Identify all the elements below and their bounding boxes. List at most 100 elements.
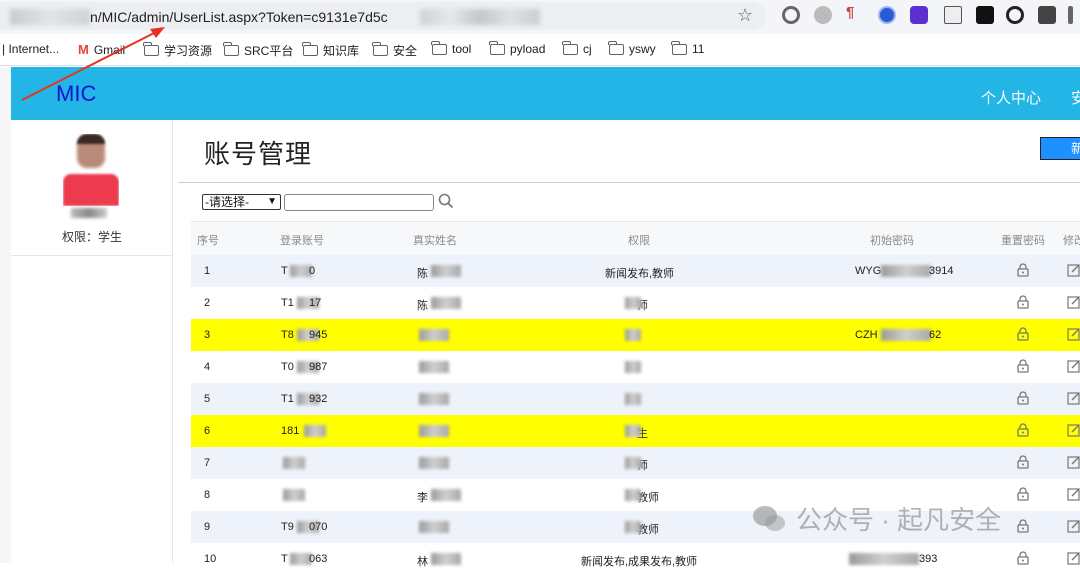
col-name: 真实姓名 <box>413 235 457 247</box>
bookmark-folder-11[interactable]: 11 <box>671 40 704 56</box>
avatar <box>63 134 119 206</box>
bookmark-label: yswy <box>629 42 656 56</box>
bookmark-folder-pyload[interactable]: pyload <box>489 40 545 56</box>
cell-permission: 新闻发布,成果发布,教师 <box>581 556 698 568</box>
permission-select[interactable]: -请选择- ▼ <box>202 194 281 210</box>
cell-no: 10 <box>204 553 217 565</box>
edit-icon[interactable] <box>1067 263 1080 277</box>
cell-account: T <box>281 265 288 277</box>
name-redaction <box>431 265 461 277</box>
col-no: 序号 <box>197 235 219 247</box>
table-header: 序号 登录账号 真实姓名 权限 初始密码 重置密码 修改 <box>191 221 1080 255</box>
lock-reset-icon[interactable] <box>1017 519 1029 533</box>
bookmark-folder-kb[interactable]: 知识库 <box>302 42 359 59</box>
avatar-hair <box>77 134 105 144</box>
nav-personal-center[interactable]: 个人中心 <box>981 87 1041 108</box>
lock-reset-icon[interactable] <box>1017 327 1029 341</box>
cell-account: T9 <box>281 521 294 533</box>
extension-pilcrow-icon[interactable]: ¶ <box>846 4 864 22</box>
extension-count-icon[interactable] <box>944 6 962 24</box>
bookmark-folder-security[interactable]: 安全 <box>372 42 418 59</box>
extension-target-icon[interactable] <box>1006 6 1024 24</box>
name-redaction <box>431 297 461 309</box>
lock-reset-icon[interactable] <box>1017 455 1029 469</box>
extension-n-icon[interactable] <box>976 6 994 24</box>
cell-no: 3 <box>204 329 211 341</box>
bookmark-folder-yswy[interactable]: yswy <box>608 40 656 56</box>
cell-name: 陈 <box>417 268 428 280</box>
permission-redaction <box>625 361 641 373</box>
address-bar[interactable]: n/MIC/admin/UserList.aspx?Token=c9131e7d… <box>0 2 766 30</box>
search-icon[interactable] <box>438 193 454 209</box>
brand-logo[interactable]: MIC <box>56 81 96 107</box>
table-row: 4 T0 987 <box>191 351 1080 383</box>
extension-badge-icon[interactable] <box>910 6 928 24</box>
cell-password: CZH <box>855 329 878 341</box>
lock-reset-icon[interactable] <box>1017 487 1029 501</box>
edit-icon[interactable] <box>1067 487 1080 501</box>
table-row: 1 T 0 陈 新闻发布,教师 WYG 3914 <box>191 255 1080 287</box>
lock-reset-icon[interactable] <box>1017 263 1029 277</box>
lock-reset-icon[interactable] <box>1017 423 1029 437</box>
permission-redaction <box>625 393 641 405</box>
table-row: 5 T1 932 <box>191 383 1080 415</box>
folder-icon <box>302 42 318 56</box>
bookmark-folder-study[interactable]: 学习资源 <box>143 42 212 59</box>
gmail-icon: M <box>78 42 89 57</box>
name-redaction <box>419 329 449 341</box>
cell-password-tail: 62 <box>929 329 942 341</box>
bookmark-internet[interactable]: | Internet... <box>2 42 59 56</box>
edit-icon[interactable] <box>1067 519 1080 533</box>
wechat-icon <box>753 505 785 531</box>
edit-icon[interactable] <box>1067 423 1080 437</box>
lock-reset-icon[interactable] <box>1017 359 1029 373</box>
watermark: 公众号 · 起凡安全 <box>752 500 1001 537</box>
bookmark-folder-src[interactable]: SRC平台 <box>223 42 293 59</box>
bookmark-label: 安全 <box>393 44 418 58</box>
extension-e-icon[interactable] <box>878 6 896 24</box>
name-redaction <box>431 553 461 565</box>
col-edit: 修改 <box>1063 235 1080 247</box>
bookmark-star-icon[interactable]: ☆ <box>737 5 753 26</box>
title-divider <box>178 182 1080 183</box>
bookmark-folder-tool[interactable]: tool <box>431 40 472 56</box>
cell-name: 李 <box>417 492 428 504</box>
cell-account-tail: 945 <box>309 329 328 341</box>
edit-icon[interactable] <box>1067 327 1080 341</box>
browser-toolbar: n/MIC/admin/UserList.aspx?Token=c9131e7d… <box>0 0 1080 34</box>
nav-security[interactable]: 安 <box>1071 87 1080 108</box>
bookmark-folder-cj[interactable]: cj <box>562 40 592 56</box>
folder-icon <box>608 40 624 55</box>
cell-account: T1 <box>281 393 294 405</box>
lock-reset-icon[interactable] <box>1017 295 1029 309</box>
add-button[interactable]: 新 <box>1040 137 1080 160</box>
cell-account-tail: 070 <box>309 521 328 533</box>
password-redaction <box>881 329 931 341</box>
name-redaction <box>419 393 449 405</box>
account-redaction <box>283 457 305 469</box>
edit-icon[interactable] <box>1067 359 1080 373</box>
extension-gear-icon[interactable] <box>814 6 832 24</box>
extension-timer-icon[interactable] <box>1038 6 1056 24</box>
edit-icon[interactable] <box>1067 455 1080 469</box>
cell-no: 6 <box>204 425 211 437</box>
lock-reset-icon[interactable] <box>1017 391 1029 405</box>
permission-redaction <box>625 521 641 533</box>
select-value: -请选择- <box>205 195 249 209</box>
table-row: 2 T1 17 陈师 <box>191 287 1080 319</box>
cell-no: 8 <box>204 489 211 501</box>
col-permission: 权限 <box>628 235 650 247</box>
bookmark-gmail[interactable]: M Gmail <box>78 42 125 57</box>
edit-icon[interactable] <box>1067 391 1080 405</box>
folder-icon <box>489 40 505 55</box>
extension-circle-icon[interactable] <box>782 6 800 24</box>
cell-account: T <box>281 553 288 565</box>
col-reset-password: 重置密码 <box>1001 235 1045 247</box>
edit-icon[interactable] <box>1067 295 1080 309</box>
menu-dots-icon[interactable] <box>1068 6 1073 24</box>
search-input[interactable] <box>284 194 434 211</box>
cell-permission: 新闻发布,教师 <box>605 268 675 280</box>
sidebar: 权限：学生 <box>11 120 173 563</box>
account-redaction <box>304 425 326 437</box>
bookmark-label: tool <box>452 42 472 56</box>
